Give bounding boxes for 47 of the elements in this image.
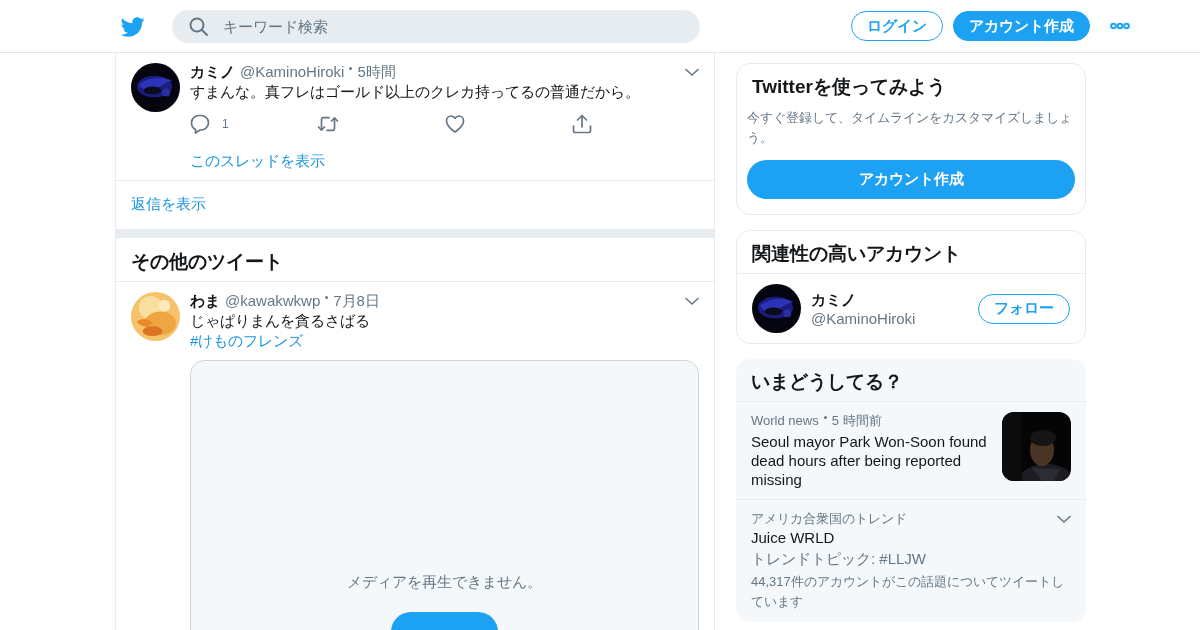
news-time: 5 時間前: [831, 412, 882, 430]
show-thread-link[interactable]: このスレッドを表示: [190, 152, 325, 169]
tweet-text: じゃぱりまんを貪るさばる: [190, 311, 371, 331]
share-icon[interactable]: [571, 114, 592, 134]
card-text: 今すぐ登録して、タイムラインをカスタマイズしましょう。: [746, 109, 1073, 147]
retweet-icon[interactable]: [317, 114, 340, 134]
more-icon[interactable]: [1110, 22, 1130, 30]
user-name[interactable]: カミノ: [190, 63, 235, 81]
user-handle[interactable]: @KaminoHiroki: [811, 310, 916, 327]
trend-name: Juice WRLD: [751, 528, 835, 548]
separator-dot: [325, 295, 329, 299]
tweet-text: すまんな。真フレはゴールド以上のクレカ持ってるの普通だから。: [190, 82, 641, 102]
chevron-icon[interactable]: [685, 67, 699, 77]
user-name[interactable]: わま: [190, 292, 220, 310]
chevron-icon[interactable]: [685, 296, 699, 306]
media-error-text: メディアを再生できません。: [347, 573, 542, 592]
trend-category: アメリカ合衆国のトレンド: [751, 510, 907, 528]
signup-button[interactable]: アカウント作成: [953, 11, 1090, 41]
signup-button[interactable]: アカウント作成: [747, 160, 1075, 199]
search-icon: [189, 16, 208, 36]
trend-count: 44,317件のアカウントがこの話題についてツイートしています: [751, 573, 1065, 611]
search-field[interactable]: キーワード検索: [172, 9, 700, 43]
card-title: Twitterを使ってみよう: [751, 75, 947, 99]
show-replies-link[interactable]: 返信を表示: [131, 195, 206, 229]
user-handle[interactable]: @kawakwkwp: [225, 292, 321, 310]
heart-icon[interactable]: [444, 114, 465, 134]
trend-topic: トレンドトピック: #LLJW: [751, 549, 927, 569]
user-name[interactable]: カミノ: [811, 290, 856, 310]
tweet-time[interactable]: 7月8日: [333, 292, 380, 310]
trend-item[interactable]: World news 5 時間前 Seoul mayor Park Won-Soon found dead hours after being reported missing: [736, 401, 1086, 499]
card-title: 関連性の高いアカウント: [751, 242, 962, 266]
card-title: いまどうしてる？: [750, 370, 904, 394]
reply-count: 1: [222, 117, 229, 131]
news-headline: Seoul mayor Park Won-Soon found dead hours after being reported missing: [751, 432, 988, 489]
chevron-icon[interactable]: [1057, 514, 1071, 524]
separator-dot: [349, 66, 353, 70]
separator-dot: [823, 415, 827, 419]
trend-category: World news: [751, 412, 819, 430]
tweet-time[interactable]: 5時間: [357, 63, 396, 81]
hashtag-link[interactable]: #けものフレンズ: [190, 331, 304, 350]
follow-button[interactable]: フォロー: [978, 293, 1070, 324]
trend-item[interactable]: アメリカ合衆国のトレンド Juice WRLD トレンドトピック: #LLJW 44,317件のアカウントがこの話題についてツイートしています: [736, 499, 1086, 622]
bird-logo-icon[interactable]: [120, 15, 146, 37]
login-button[interactable]: ログイン: [851, 11, 943, 41]
reply-icon[interactable]: [190, 114, 210, 134]
user-handle[interactable]: @KaminoHiroki: [240, 63, 345, 81]
section-title: その他のツイート: [116, 238, 714, 282]
